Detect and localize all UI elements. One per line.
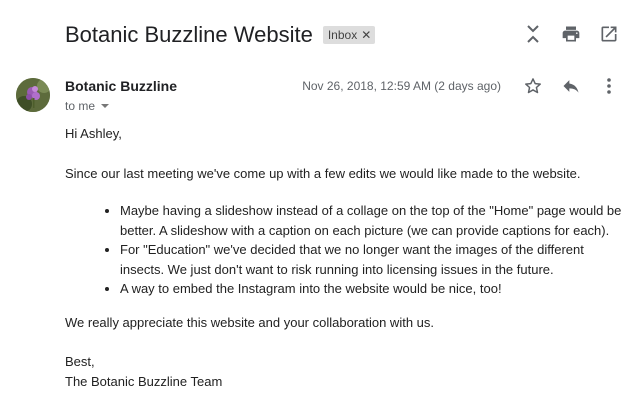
list-item: A way to embed the Instagram into the we… bbox=[120, 279, 625, 299]
recipient-label: to me bbox=[65, 99, 96, 113]
collapse-icon[interactable] bbox=[521, 22, 545, 46]
open-in-new-icon[interactable] bbox=[597, 22, 621, 46]
avatar bbox=[16, 78, 50, 112]
closing-paragraph: We really appreciate this website and yo… bbox=[65, 314, 435, 330]
print-icon[interactable] bbox=[559, 22, 583, 46]
star-icon[interactable] bbox=[521, 74, 545, 98]
more-vert-icon[interactable] bbox=[597, 74, 621, 98]
signature: The Botanic Buzzline Team bbox=[65, 373, 223, 389]
reply-icon[interactable] bbox=[559, 74, 583, 98]
inbox-label[interactable]: Inbox ✕ bbox=[322, 26, 376, 44]
thread-actions bbox=[521, 22, 621, 46]
subject-header: Botanic Buzzline Website Inbox ✕ bbox=[65, 18, 376, 52]
inbox-label-text: Inbox bbox=[327, 28, 358, 42]
greeting: Hi Ashley, bbox=[65, 126, 122, 141]
recipient-details-toggle[interactable]: to me bbox=[65, 99, 110, 113]
intro-paragraph: Since our last meeting we've come up wit… bbox=[65, 165, 581, 181]
close-icon[interactable]: ✕ bbox=[361, 27, 371, 43]
list-item: Maybe having a slideshow instead of a co… bbox=[120, 201, 625, 240]
caret-down-icon bbox=[101, 104, 110, 108]
signoff: Best, bbox=[65, 354, 95, 369]
list-item: For "Education" we've decided that we no… bbox=[120, 240, 625, 279]
email-body: Hi Ashley, Since our last meeting we've … bbox=[65, 124, 625, 391]
request-list: Maybe having a slideshow instead of a co… bbox=[65, 201, 625, 299]
sender-name: Botanic Buzzline bbox=[65, 78, 178, 94]
message-actions bbox=[521, 74, 621, 98]
email-subject: Botanic Buzzline Website bbox=[65, 22, 313, 47]
email-date: Nov 26, 2018, 12:59 AM (2 days ago) bbox=[302, 79, 501, 93]
